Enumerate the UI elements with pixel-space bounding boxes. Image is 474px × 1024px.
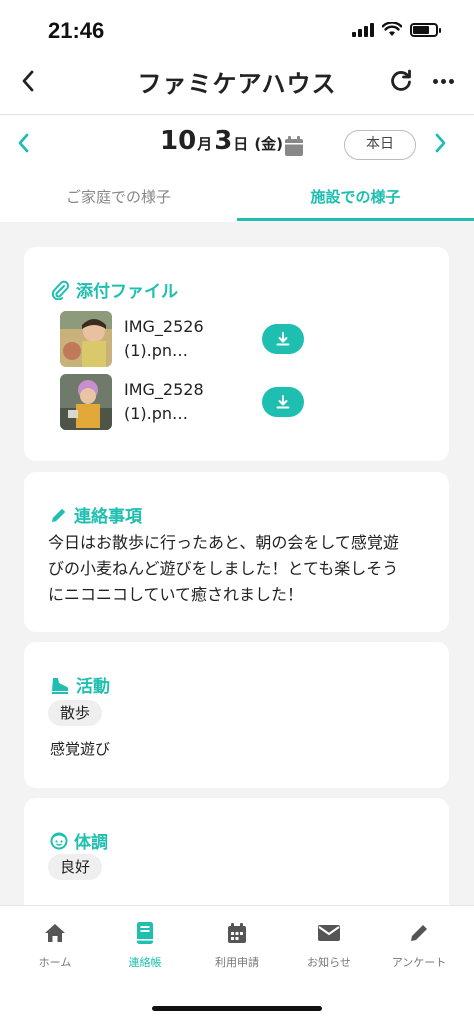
date-month: 10 [160,126,197,156]
top-bar-area: 21:46 ファミケアハウス 10 月 3 日 (金) 本日 ご家庭での様子 施… [0,0,474,222]
condition-tag: 良好 [48,854,103,880]
nav-notebook[interactable]: 連絡帳 [98,920,192,970]
attachment-item[interactable]: IMG_2526 (1).pn… [60,311,420,367]
nav-usage-request-label: 利用申請 [215,956,259,969]
download-icon [276,332,290,346]
shoe-icon [52,677,69,694]
attachments-card: 添付ファイル IMG_2526 (1).pn… IMG_2528 (1).pn… [24,247,449,461]
active-tab-indicator [237,218,474,221]
photo-thumbnail-image [60,374,112,430]
signal-icon [352,22,374,37]
chevron-right-icon [435,133,446,153]
status-icons [352,22,441,37]
home-icon [45,924,65,942]
attachment-thumbnail[interactable] [60,374,112,430]
attachment-thumbnail[interactable] [60,311,112,367]
pencil-icon [411,925,427,941]
calendar-button[interactable] [284,135,304,157]
nav-survey[interactable]: アンケート [372,920,466,970]
notice-card: 連絡事項 今日はお散歩に行ったあと、朝の会をして感覚遊 びの小麦ねんど遊びをしま… [24,472,449,632]
more-options-button[interactable] [430,68,456,94]
attachments-header: 添付ファイル [50,277,178,302]
attachment-name: IMG_2526 (1).pn… [124,317,204,360]
battery-icon [410,22,441,37]
status-time: 21:46 [48,18,105,43]
attachments-title: 添付ファイル [76,282,178,302]
download-button[interactable] [262,387,304,417]
activity-header: 活動 [50,672,110,697]
home-indicator [152,1006,322,1011]
download-button[interactable] [262,324,304,354]
nav-usage-request[interactable]: 利用申請 [190,920,284,970]
pencil-icon [52,508,66,522]
attachment-name: IMG_2528 (1).pn… [124,380,204,423]
activity-title: 活動 [76,677,110,697]
date-weekday: (金) [254,135,284,153]
wifi-icon [382,22,402,36]
tab-facility-status[interactable]: 施設での様子 [237,186,474,207]
condition-header: 体調 [50,828,108,853]
paperclip-icon [51,280,70,300]
notebook-icon [137,922,153,944]
nav-notebook-label: 連絡帳 [128,956,162,969]
nav-survey-label: アンケート [391,956,447,969]
refresh-icon [391,69,411,91]
dot-icon [448,78,454,84]
dot-icon [440,78,446,84]
date-month-suffix: 月 [197,135,213,153]
activity-detail: 感覚遊び [50,740,111,758]
notice-body: 今日はお散歩に行ったあと、朝の会をして感覚遊 びの小麦ねんど遊びをしました！とて… [48,533,399,604]
calendar-icon [228,923,246,943]
date-display: 10 月 3 日 (金) [160,126,283,156]
download-icon [276,395,290,409]
activity-tag: 散歩 [48,700,103,726]
date-day: 3 [214,126,233,156]
notice-header: 連絡事項 [50,502,142,527]
refresh-button[interactable] [388,68,414,94]
dot-icon [432,78,438,84]
notice-title: 連絡事項 [74,507,142,527]
attachment-item[interactable]: IMG_2528 (1).pn… [60,374,420,430]
nav-notifications-label: お知らせ [307,956,351,969]
condition-title: 体調 [74,833,108,853]
chevron-left-icon [18,133,29,153]
mail-icon [318,925,340,941]
next-day-button[interactable] [434,132,458,158]
previous-day-button[interactable] [16,132,40,158]
nav-home-label: ホーム [38,956,72,969]
nav-home[interactable]: ホーム [8,920,102,970]
today-button[interactable]: 本日 [344,130,416,160]
calendar-icon [285,136,303,156]
photo-thumbnail-image [60,311,112,367]
activity-card: 活動 散歩 感覚遊び [24,642,449,788]
tab-home-status[interactable]: ご家庭での様子 [0,186,237,207]
date-day-suffix: 日 [233,135,249,153]
nav-notifications[interactable]: お知らせ [282,920,376,970]
header-divider [0,114,474,115]
face-icon [50,832,68,849]
